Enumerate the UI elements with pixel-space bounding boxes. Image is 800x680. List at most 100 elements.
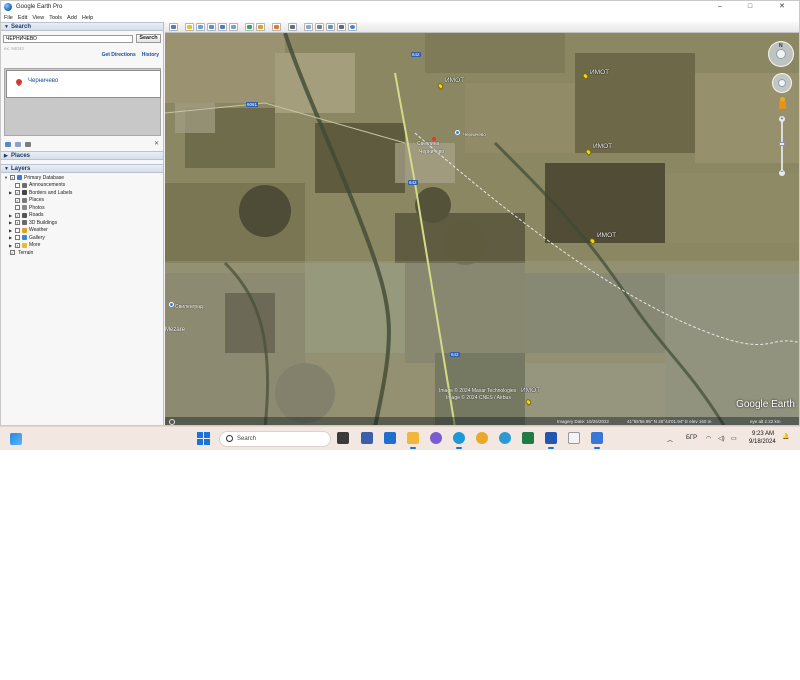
- expand-arrow-icon[interactable]: ▶: [9, 220, 12, 225]
- expand-arrow-icon[interactable]: ▶: [9, 228, 12, 233]
- layer-checkbox[interactable]: ▪: [15, 242, 20, 248]
- clock-date[interactable]: 9/18/2024: [749, 439, 776, 445]
- placemark-label-4[interactable]: ИМОТ: [597, 232, 616, 239]
- image-overlay-button[interactable]: [218, 23, 227, 31]
- excel-app-icon[interactable]: [522, 432, 534, 444]
- layer-item[interactable]: ▶ Gallery: [1, 234, 163, 242]
- clock-time[interactable]: 9:23 AM: [752, 431, 774, 437]
- layer-checkbox[interactable]: ▪: [15, 220, 20, 226]
- layer-checkbox[interactable]: [15, 227, 20, 233]
- zoom-in-icon[interactable]: +: [779, 116, 785, 122]
- task-view-icon[interactable]: [337, 432, 349, 444]
- look-navigation-control[interactable]: N: [768, 41, 794, 67]
- move-joystick-icon[interactable]: [778, 79, 786, 87]
- town-info-icon[interactable]: [169, 302, 174, 307]
- print-icon[interactable]: [25, 141, 31, 147]
- volume-icon[interactable]: ◁): [718, 435, 725, 442]
- expand-arrow-icon[interactable]: ▶: [9, 190, 12, 195]
- placemark-label-5[interactable]: ИМОТ: [521, 387, 540, 394]
- layer-checkbox[interactable]: [15, 205, 20, 211]
- search-button[interactable]: Search: [136, 34, 161, 43]
- zoom-slider[interactable]: + –: [779, 116, 785, 176]
- map-view[interactable]: 6061 642 642 642 Светлина Черничево Черн…: [165, 33, 799, 425]
- show-hidden-icons[interactable]: ︿: [667, 435, 673, 444]
- layer-checkbox[interactable]: ▪: [10, 175, 15, 181]
- start-button[interactable]: [197, 432, 210, 445]
- layer-checkbox[interactable]: ✓: [15, 197, 20, 203]
- outlook-app-icon[interactable]: [384, 432, 396, 444]
- zoom-out-icon[interactable]: –: [779, 170, 785, 176]
- google-earth-taskbar-icon[interactable]: [591, 432, 603, 449]
- maximize-button[interactable]: □: [737, 1, 763, 13]
- layer-item[interactable]: ▶ ▪ More: [1, 242, 163, 250]
- zoom-slider-handle[interactable]: [779, 142, 785, 146]
- expand-arrow-icon[interactable]: ▶: [9, 235, 12, 240]
- movie-maker-button[interactable]: [337, 23, 346, 31]
- ruler-button[interactable]: [288, 23, 297, 31]
- search-result-marker-icon[interactable]: [432, 137, 436, 141]
- edge-browser-icon[interactable]: [453, 432, 465, 449]
- path-button[interactable]: [207, 23, 216, 31]
- expand-arrow-icon[interactable]: ▶: [9, 243, 12, 248]
- notifications-icon[interactable]: 🔔: [782, 433, 789, 440]
- layer-item[interactable]: Photos: [1, 204, 163, 212]
- planets-button[interactable]: [272, 23, 281, 31]
- close-button[interactable]: ✕: [769, 1, 795, 13]
- history-link[interactable]: History: [142, 52, 159, 58]
- save-image-button[interactable]: [326, 23, 335, 31]
- layers-section-header[interactable]: ▼ Layers: [1, 164, 163, 173]
- sunlight-button[interactable]: [256, 23, 265, 31]
- menu-file[interactable]: File: [4, 15, 13, 21]
- store-app-icon[interactable]: [361, 432, 373, 444]
- place-info-icon[interactable]: [455, 130, 460, 135]
- menu-tools[interactable]: Tools: [49, 15, 62, 21]
- placemark-label-1[interactable]: ИМОТ: [445, 77, 464, 84]
- menu-add[interactable]: Add: [67, 15, 77, 21]
- widgets-icon[interactable]: [10, 433, 22, 445]
- expand-arrow-icon[interactable]: ▶: [9, 213, 12, 218]
- layer-item[interactable]: Announcements: [1, 182, 163, 190]
- menu-edit[interactable]: Edit: [18, 15, 27, 21]
- notepad-app-icon[interactable]: [568, 432, 580, 444]
- search-input[interactable]: [3, 34, 133, 43]
- layer-checkbox[interactable]: ✓: [15, 212, 20, 218]
- layer-item[interactable]: ✓ Places: [1, 197, 163, 205]
- layer-checkbox[interactable]: ✓: [10, 250, 15, 256]
- polygon-button[interactable]: [196, 23, 205, 31]
- save-to-places-icon[interactable]: [5, 141, 11, 147]
- chrome-browser-icon[interactable]: [476, 432, 488, 444]
- print-button[interactable]: [315, 23, 324, 31]
- record-tour-button[interactable]: [229, 23, 238, 31]
- input-language[interactable]: БГР: [686, 435, 697, 441]
- email-button[interactable]: [304, 23, 313, 31]
- expand-arrow-icon[interactable]: ▼: [4, 175, 8, 180]
- minimize-button[interactable]: –: [707, 1, 733, 13]
- placemark-button[interactable]: [185, 23, 194, 31]
- places-section-header[interactable]: ▶ Places: [1, 151, 163, 160]
- wifi-icon[interactable]: ◠: [706, 435, 711, 442]
- layer-item[interactable]: ▶ ✓ Borders and Labels: [1, 189, 163, 197]
- search-result-label[interactable]: Черничево: [28, 78, 58, 84]
- layer-item[interactable]: ▶ ▪ 3D Buildings: [1, 219, 163, 227]
- search-section-header[interactable]: ▼ Search: [1, 22, 163, 31]
- look-joystick-icon[interactable]: [776, 49, 786, 59]
- layer-checkbox[interactable]: [15, 182, 20, 188]
- placemark-label-3[interactable]: ИМОТ: [593, 143, 612, 150]
- street-view-pegman-icon[interactable]: [779, 97, 786, 110]
- menu-view[interactable]: View: [32, 15, 44, 21]
- layer-checkbox[interactable]: ✓: [15, 190, 20, 196]
- layer-item[interactable]: ✓ Terrain: [1, 249, 163, 257]
- clear-results-icon[interactable]: ✕: [154, 140, 159, 147]
- placemark-label-2[interactable]: ИМОТ: [590, 69, 609, 76]
- move-navigation-control[interactable]: [772, 73, 792, 93]
- copy-icon[interactable]: [15, 141, 21, 147]
- word-app-icon[interactable]: [545, 432, 557, 449]
- photos-app-icon[interactable]: [499, 432, 511, 444]
- get-directions-link[interactable]: Get Directions: [102, 52, 136, 58]
- file-explorer-icon[interactable]: [407, 432, 419, 449]
- view-in-google-maps-button[interactable]: [348, 23, 357, 31]
- sidebar-toggle-button[interactable]: [169, 23, 178, 31]
- search-result-item[interactable]: Черничево: [6, 70, 161, 98]
- taskbar-search-box[interactable]: Search: [219, 431, 331, 447]
- layer-item[interactable]: ▼ ▪ Primary Database: [1, 174, 163, 182]
